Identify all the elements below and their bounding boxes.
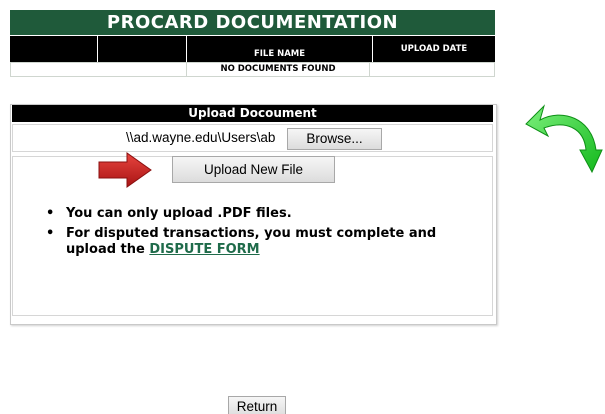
note-pdf-only-text: You can only upload .PDF files. (66, 206, 292, 221)
column-header-1 (10, 36, 97, 62)
procard-documentation-title: PROCARD DOCUMENTATION (10, 10, 495, 35)
return-button[interactable]: Return (228, 396, 286, 414)
documents-table-header: FILE NAME UPLOAD DATE (10, 36, 495, 62)
column-header-upload-date: UPLOAD DATE (373, 36, 495, 62)
upload-document-title: Upload Docoument (12, 105, 493, 122)
column-header-file-name: FILE NAME (187, 36, 372, 62)
dispute-form-link[interactable]: DISPUTE FORM (149, 242, 259, 257)
file-path-field[interactable]: \\ad.wayne.edu\Users\ab (126, 128, 289, 148)
red-arrow-icon (98, 152, 152, 188)
browse-button[interactable]: Browse... (287, 128, 382, 150)
upload-notes-list: You can only upload .PDF files. For disp… (40, 206, 470, 262)
green-curved-arrow-icon (525, 104, 603, 174)
note-dispute: For disputed transactions, you must comp… (40, 226, 470, 258)
upload-new-file-button[interactable]: Upload New File (172, 156, 335, 183)
documents-empty-row: NO DOCUMENTS FOUND (10, 62, 495, 77)
no-documents-message: NO DOCUMENTS FOUND (186, 63, 370, 76)
note-pdf-only: You can only upload .PDF files. (40, 206, 470, 222)
empty-row-spacer (11, 63, 186, 76)
column-header-2 (98, 36, 186, 62)
